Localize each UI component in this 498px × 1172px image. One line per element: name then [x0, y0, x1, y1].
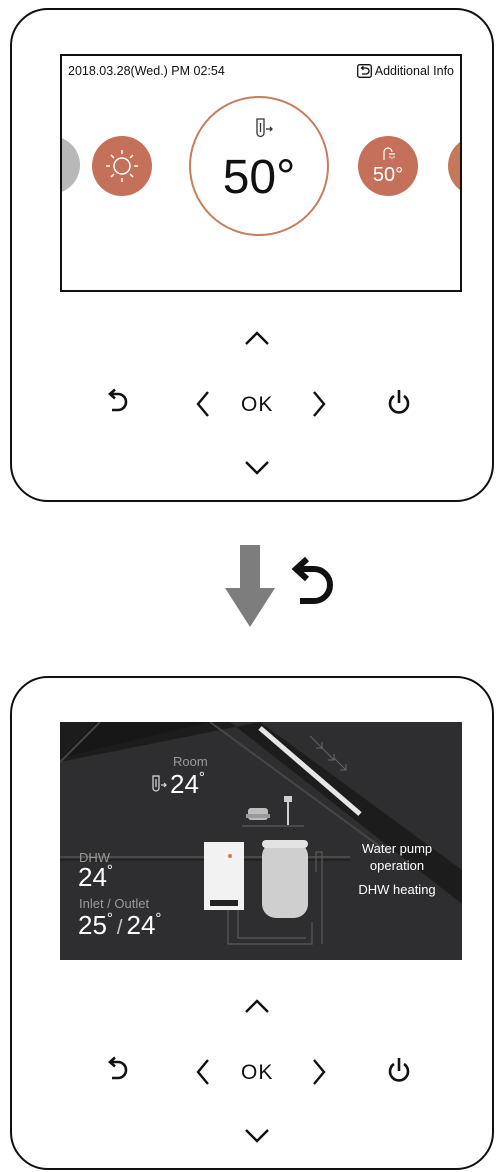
outlet-temp-unit: °	[155, 910, 162, 927]
mode-item-next[interactable]	[448, 136, 460, 196]
system-status-screen: Room 24° DHW 24° Inlet / Outlet 25°/24° …	[60, 722, 462, 960]
additional-info-label: Additional Info	[374, 64, 454, 78]
right-arrow-icon[interactable]	[311, 1058, 327, 1086]
outlet-temp-value: 24	[126, 910, 156, 940]
room-label: Room	[173, 754, 208, 769]
dhw-temp-unit: °	[106, 862, 113, 879]
room-temp-unit: °	[198, 769, 205, 786]
inlet-outlet-temperature: 25°/24°	[78, 910, 161, 941]
dhw-temperature: 24°	[78, 862, 113, 893]
down-arrow-icon[interactable]	[244, 1128, 270, 1144]
back-icon[interactable]	[105, 388, 131, 418]
button-panel: OK	[12, 320, 496, 500]
power-icon[interactable]	[386, 1056, 412, 1086]
datetime: 2018.03.28(Wed.) PM 02:54	[68, 64, 225, 78]
left-arrow-icon[interactable]	[195, 390, 211, 418]
ok-button[interactable]: OK	[241, 393, 273, 417]
up-arrow-icon[interactable]	[244, 998, 270, 1014]
dhw-temperature-dial[interactable]: 50°	[189, 96, 329, 236]
mode-item-heating[interactable]	[92, 136, 152, 196]
room-temperature: 24°	[170, 769, 205, 800]
down-arrow-icon[interactable]	[244, 460, 270, 476]
down-arrow-icon	[225, 545, 275, 627]
shower-icon	[383, 147, 395, 160]
controller-device-bottom: Room 24° DHW 24° Inlet / Outlet 25°/24° …	[10, 676, 494, 1170]
status-row: 2018.03.28(Wed.) PM 02:54 Additional Inf…	[68, 64, 454, 82]
dhw-target-temperature: 50°	[222, 151, 296, 204]
inlet-temp-unit: °	[106, 910, 113, 927]
status-line1: Water pump	[361, 841, 433, 856]
dhw-shower-temperature: 50°	[372, 164, 404, 186]
home-screen: 2018.03.28(Wed.) PM 02:54 Additional Inf…	[60, 54, 462, 292]
room-temp-value: 24	[170, 769, 199, 799]
dhw-temp-value: 24	[78, 862, 107, 892]
status-water-pump: Water pump operation	[342, 840, 452, 874]
status-dhw-heating: DHW heating	[358, 882, 436, 897]
controller-device-top: 2018.03.28(Wed.) PM 02:54 Additional Inf…	[10, 8, 494, 502]
power-icon[interactable]	[386, 388, 412, 418]
button-panel: OK	[12, 988, 496, 1168]
back-icon	[356, 64, 372, 78]
temp-separator: /	[116, 917, 123, 939]
right-arrow-icon[interactable]	[311, 390, 327, 418]
additional-info-button[interactable]: Additional Info	[356, 64, 454, 78]
status-line2: operation	[369, 858, 425, 873]
left-arrow-icon[interactable]	[195, 1058, 211, 1086]
inlet-outlet-label: Inlet / Outlet	[79, 896, 150, 911]
inlet-temp-value: 25	[78, 910, 107, 940]
tank-heating-icon	[152, 775, 167, 792]
back-icon	[291, 556, 333, 604]
mode-item-dhw[interactable]: 50°	[358, 136, 418, 196]
sun-icon	[106, 150, 138, 182]
back-icon[interactable]	[105, 1056, 131, 1086]
up-arrow-icon[interactable]	[244, 330, 270, 346]
tank-heating-icon	[256, 118, 273, 138]
mode-item-previous[interactable]	[62, 136, 80, 194]
ok-button[interactable]: OK	[241, 1061, 273, 1085]
